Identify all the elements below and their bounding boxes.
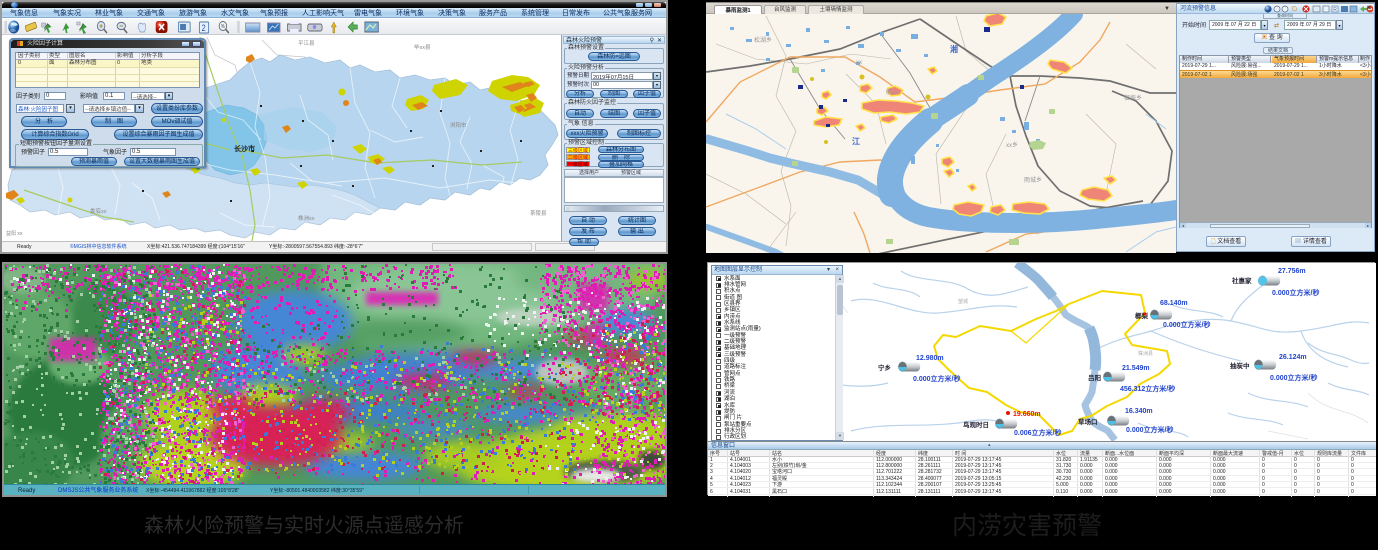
- svg-text:榔梨: 榔梨: [1135, 311, 1149, 320]
- svg-text:望城: 望城: [958, 298, 968, 305]
- svg-text:益阳 xx: 益阳 xx: [6, 230, 23, 237]
- svg-text:27.756m: 27.756m: [1278, 268, 1306, 275]
- svg-text:榔埠乡: 榔埠乡: [1124, 94, 1142, 102]
- svg-text:茶陵县: 茶陵县: [530, 209, 547, 217]
- svg-text:宁乡: 宁乡: [878, 363, 891, 372]
- svg-text:雨城乡: 雨城乡: [1024, 177, 1042, 184]
- svg-text:江: 江: [852, 136, 860, 146]
- svg-text:0.000立方米/秒: 0.000立方米/秒: [1126, 425, 1173, 434]
- svg-text:鸟观时日: 鸟观时日: [963, 420, 989, 429]
- svg-text:68.140m: 68.140m: [1160, 300, 1188, 307]
- svg-text:0.000立方米/秒: 0.000立方米/秒: [1272, 288, 1319, 297]
- svg-text:12.980m: 12.980m: [916, 355, 944, 362]
- svg-text:xx乡: xx乡: [1006, 142, 1018, 149]
- svg-text:0.006立方米/秒: 0.006立方米/秒: [1014, 428, 1061, 437]
- svg-text:娄底xx: 娄底xx: [90, 207, 107, 215]
- svg-text:0.000立方米/秒: 0.000立方米/秒: [1270, 373, 1317, 382]
- svg-text:长沙市: 长沙市: [234, 144, 255, 153]
- svg-text:16.340m: 16.340m: [1125, 408, 1153, 415]
- svg-text:松湖乡: 松湖乡: [754, 36, 772, 44]
- svg-text:株洲xx: 株洲xx: [298, 214, 315, 222]
- svg-text:航xx: 航xx: [886, 88, 898, 96]
- svg-text:抽炭中: 抽炭中: [1230, 361, 1250, 370]
- svg-text:21.549m: 21.549m: [1122, 365, 1150, 372]
- svg-text:0.000立方米/秒: 0.000立方米/秒: [913, 374, 960, 383]
- svg-text:%: %: [221, 24, 225, 29]
- svg-text:2: 2: [201, 22, 206, 33]
- svg-text:xx: xx: [856, 60, 862, 66]
- svg-text:19.660m: 19.660m: [1013, 411, 1041, 418]
- svg-text:草场口: 草场口: [1078, 417, 1098, 426]
- svg-text:吕阳: 吕阳: [1088, 373, 1102, 382]
- svg-text:社惠家: 社惠家: [1232, 276, 1252, 285]
- svg-text:456.312立方米/秒: 456.312立方米/秒: [1120, 384, 1175, 393]
- svg-text:平江县: 平江县: [298, 40, 315, 47]
- svg-text:浏阳市: 浏阳市: [450, 121, 467, 129]
- svg-text:毕xx县: 毕xx县: [414, 43, 431, 51]
- svg-text:株洲县: 株洲县: [1138, 350, 1153, 357]
- svg-text:湘: 湘: [950, 44, 958, 54]
- svg-text:26.124m: 26.124m: [1279, 354, 1307, 361]
- svg-text:0.000立方米/秒: 0.000立方米/秒: [1163, 320, 1210, 329]
- svg-text:R: R: [1333, 7, 1337, 13]
